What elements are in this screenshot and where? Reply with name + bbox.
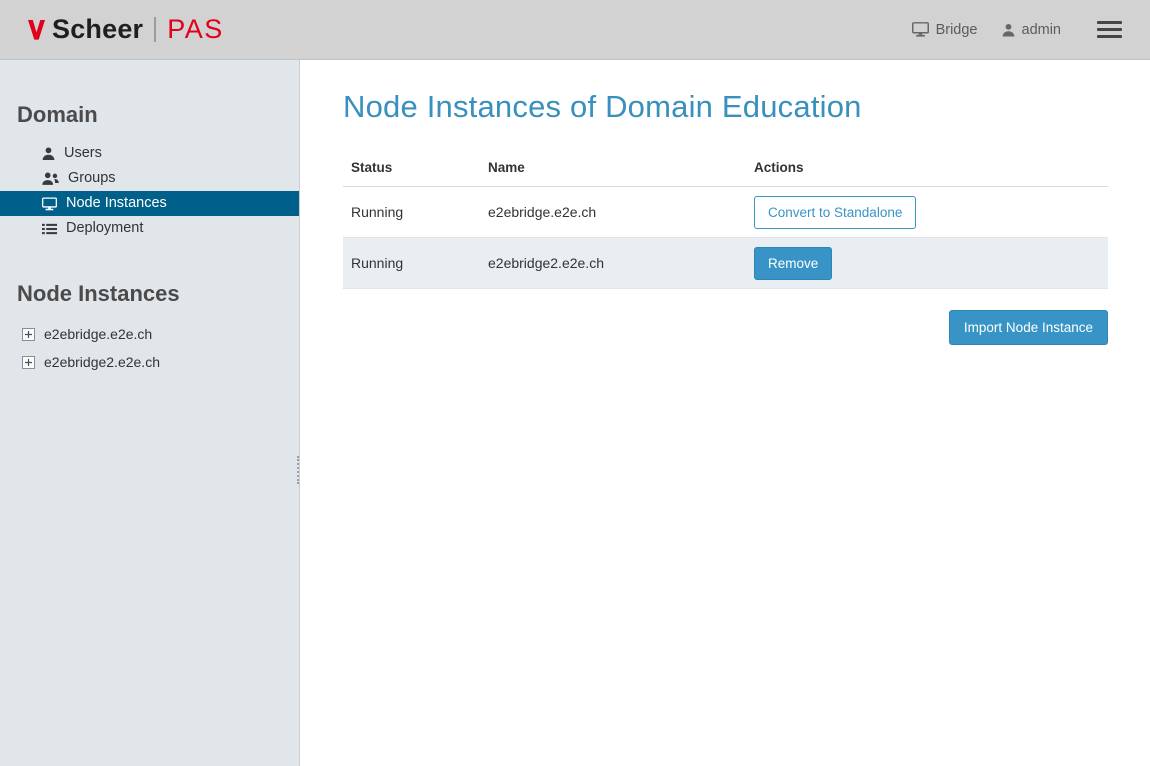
remove-button[interactable]: Remove [754,247,832,280]
status-cell: Running [343,238,480,289]
sidebar-resize-handle[interactable] [297,456,301,484]
page-title: Node Instances of Domain Education [343,89,1108,125]
hamburger-menu-icon[interactable] [1095,12,1124,46]
sidebar-domain-heading: Domain [0,60,299,141]
logo-brand-text: Scheer [52,14,143,45]
monitor-icon [912,22,929,37]
header-right: Bridge admin [912,12,1124,46]
column-header-status: Status [343,152,480,187]
name-cell: e2ebridge.e2e.ch [480,187,746,238]
monitor-icon [42,197,57,211]
table-row: Running e2ebridge.e2e.ch Convert to Stan… [343,187,1108,238]
sidebar-item-label: Users [64,145,102,162]
user-label: admin [1022,22,1062,38]
actions-cell: Convert to Standalone [746,187,1108,238]
convert-to-standalone-button[interactable]: Convert to Standalone [754,196,916,229]
deployment-list-icon [42,223,57,235]
status-cell: Running [343,187,480,238]
column-header-name: Name [480,152,746,187]
main-content: Node Instances of Domain Education Statu… [300,60,1150,766]
sidebar-item-users[interactable]: Users [0,141,299,166]
tree-item-label: e2ebridge2.e2e.ch [44,354,160,370]
sidebar-item-groups[interactable]: Groups [0,166,299,191]
sidebar-item-label: Groups [68,170,116,187]
table-header-row: Status Name Actions [343,152,1108,187]
logo-product-text: PAS [167,14,224,45]
bridge-link[interactable]: Bridge [912,22,978,38]
top-header: Scheer PAS Bridge admin [0,0,1150,60]
import-node-instance-button[interactable]: Import Node Instance [949,310,1108,345]
node-instances-table: Status Name Actions Running e2ebridge.e2… [343,152,1108,289]
actions-cell: Remove [746,238,1108,289]
users-group-icon [42,172,59,185]
sidebar: Domain Users Groups [0,60,300,766]
name-cell: e2ebridge2.e2e.ch [480,238,746,289]
column-header-actions: Actions [746,152,1108,187]
scheer-logo-mark [28,20,45,40]
sidebar-item-label: Node Instances [66,195,167,212]
sidebar-nodes-heading: Node Instances [0,241,299,320]
content-row: Domain Users Groups [0,60,1150,766]
expand-plus-icon[interactable] [22,328,35,341]
tree-item-node-2[interactable]: e2ebridge2.e2e.ch [0,348,299,376]
user-icon [1002,23,1015,37]
sidebar-domain-nav: Users Groups [0,141,299,241]
sidebar-item-label: Deployment [66,220,143,237]
import-row: Import Node Instance [343,310,1108,345]
logo-divider [154,17,156,42]
scheer-pas-logo[interactable]: Scheer PAS [28,14,224,45]
table-row: Running e2ebridge2.e2e.ch Remove [343,238,1108,289]
sidebar-item-deployment[interactable]: Deployment [0,216,299,241]
tree-item-label: e2ebridge.e2e.ch [44,326,152,342]
sidebar-item-node-instances[interactable]: Node Instances [0,191,299,216]
tree-item-node-1[interactable]: e2ebridge.e2e.ch [0,320,299,348]
expand-plus-icon[interactable] [22,356,35,369]
app-root: Scheer PAS Bridge admin [0,0,1150,766]
bridge-label: Bridge [936,22,978,38]
node-instances-tree: e2ebridge.e2e.ch e2ebridge2.e2e.ch [0,320,299,376]
user-menu[interactable]: admin [1002,22,1062,38]
user-icon [42,147,55,160]
